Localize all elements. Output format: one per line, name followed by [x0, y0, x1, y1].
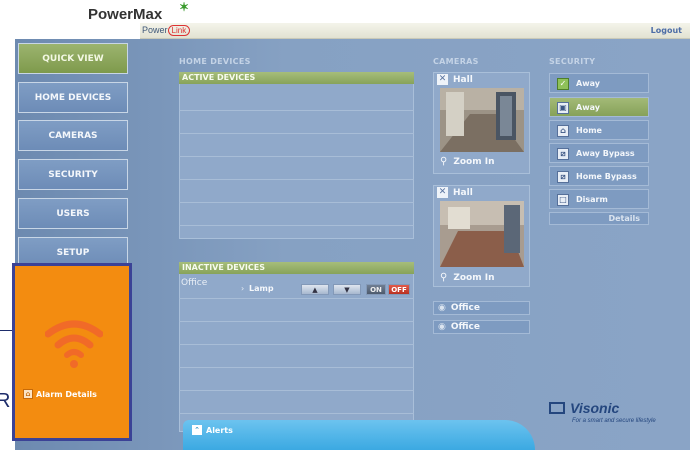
security-status: ✓ Away [549, 73, 649, 93]
alarm-icon: ⌂ [23, 389, 33, 399]
unlock-icon: □ [557, 194, 569, 206]
device-name: Lamp [249, 284, 274, 293]
security-option-home-bypass[interactable]: ⧄ Home Bypass [549, 166, 649, 186]
row-divider [179, 133, 414, 134]
camera-name: Hall [453, 187, 473, 198]
chevron-right-icon: › [241, 284, 245, 293]
row-divider [179, 110, 414, 111]
on-button[interactable]: ON [366, 284, 386, 295]
eye-icon: ◉ [438, 303, 446, 313]
row-divider [179, 225, 414, 226]
alarm-panel: ⌂ Alarm Details [12, 263, 132, 441]
alarm-details-button[interactable]: ⌂ Alarm Details [23, 389, 97, 399]
powerlink-logo: Power Link [142, 25, 191, 36]
connector-line [0, 330, 12, 331]
eye-icon: ◉ [438, 322, 446, 332]
magnifier-icon: ⚲ [440, 272, 448, 283]
off-button[interactable]: OFF [388, 284, 410, 295]
row-divider [179, 367, 414, 368]
zoom-in-button[interactable]: ⚲ Zoom In [440, 156, 495, 167]
row-divider [179, 179, 414, 180]
chevron-up-icon: ⌃ [192, 425, 202, 435]
camera-feed-hall[interactable] [440, 88, 524, 152]
inactive-devices-header: INACTIVE DEVICES [179, 262, 414, 274]
nav-users[interactable]: USERS [18, 198, 128, 229]
row-divider [179, 390, 414, 391]
lock-icon: ▣ [557, 102, 569, 114]
row-divider [179, 298, 414, 299]
link-badge: Link [167, 25, 191, 36]
home-devices-title: HOME DEVICES [179, 57, 251, 66]
down-arrow-button[interactable]: ▼ [333, 284, 361, 295]
row-divider [179, 344, 414, 345]
camera-header: ✕ Hall [437, 187, 473, 198]
top-bar: Power Link Logout [140, 23, 690, 39]
security-option-home[interactable]: ⌂ Home [549, 120, 649, 140]
inactive-device-row: Office › Lamp ▲ ▼ ON OFF [179, 276, 414, 298]
visonic-tagline: For a smart and secure lifestyle [572, 418, 656, 424]
camera-feed-hall-2[interactable] [440, 201, 524, 267]
home-icon: ⌂ [557, 125, 569, 137]
camera-offline-office-2[interactable]: ◉ Office [433, 320, 530, 334]
nav-home-devices[interactable]: HOME DEVICES [18, 82, 128, 113]
stray-letter: R [0, 390, 11, 412]
security-option-away[interactable]: ▣ Away [549, 97, 649, 117]
row-divider [179, 202, 414, 203]
logout-link[interactable]: Logout [651, 26, 682, 35]
active-devices-header: ACTIVE DEVICES [179, 72, 414, 84]
camera-header: ✕ Hall [437, 74, 473, 85]
camera-name: Hall [453, 74, 473, 85]
security-title: SECURITY [549, 57, 596, 66]
bypass-icon: ⧄ [557, 171, 569, 183]
camera-offline-office[interactable]: ◉ Office [433, 301, 530, 315]
magnifier-icon: ⚲ [440, 156, 448, 167]
check-icon: ✓ [557, 78, 569, 90]
alerts-tab[interactable] [183, 420, 535, 450]
cameras-title: CAMERAS [433, 57, 479, 66]
up-arrow-button[interactable]: ▲ [301, 284, 329, 295]
close-icon[interactable]: ✕ [437, 74, 448, 85]
alerts-label[interactable]: ⌃ Alerts [192, 425, 233, 435]
spark-icon: ✶ [179, 0, 190, 14]
brand-name: PowerMax [88, 6, 163, 23]
security-option-disarm[interactable]: □ Disarm [549, 189, 649, 209]
close-icon[interactable]: ✕ [437, 187, 448, 198]
zoom-in-button[interactable]: ⚲ Zoom In [440, 272, 495, 283]
bypass-icon: ⧄ [557, 148, 569, 160]
row-divider [179, 156, 414, 157]
powermax-logo: PowerMax ✶ [88, 0, 189, 23]
nav-cameras[interactable]: CAMERAS [18, 120, 128, 151]
device-location: Office [181, 278, 208, 288]
visonic-logo: Visonic [570, 400, 620, 416]
row-divider [179, 321, 414, 322]
security-details-button[interactable]: Details [549, 212, 649, 225]
wifi-signal-icon [45, 320, 103, 368]
nav-security[interactable]: SECURITY [18, 159, 128, 190]
row-divider [179, 413, 414, 414]
security-option-away-bypass[interactable]: ⧄ Away Bypass [549, 143, 649, 163]
nav-quick-view[interactable]: QUICK VIEW [18, 43, 128, 74]
visonic-logo-icon [549, 402, 565, 414]
